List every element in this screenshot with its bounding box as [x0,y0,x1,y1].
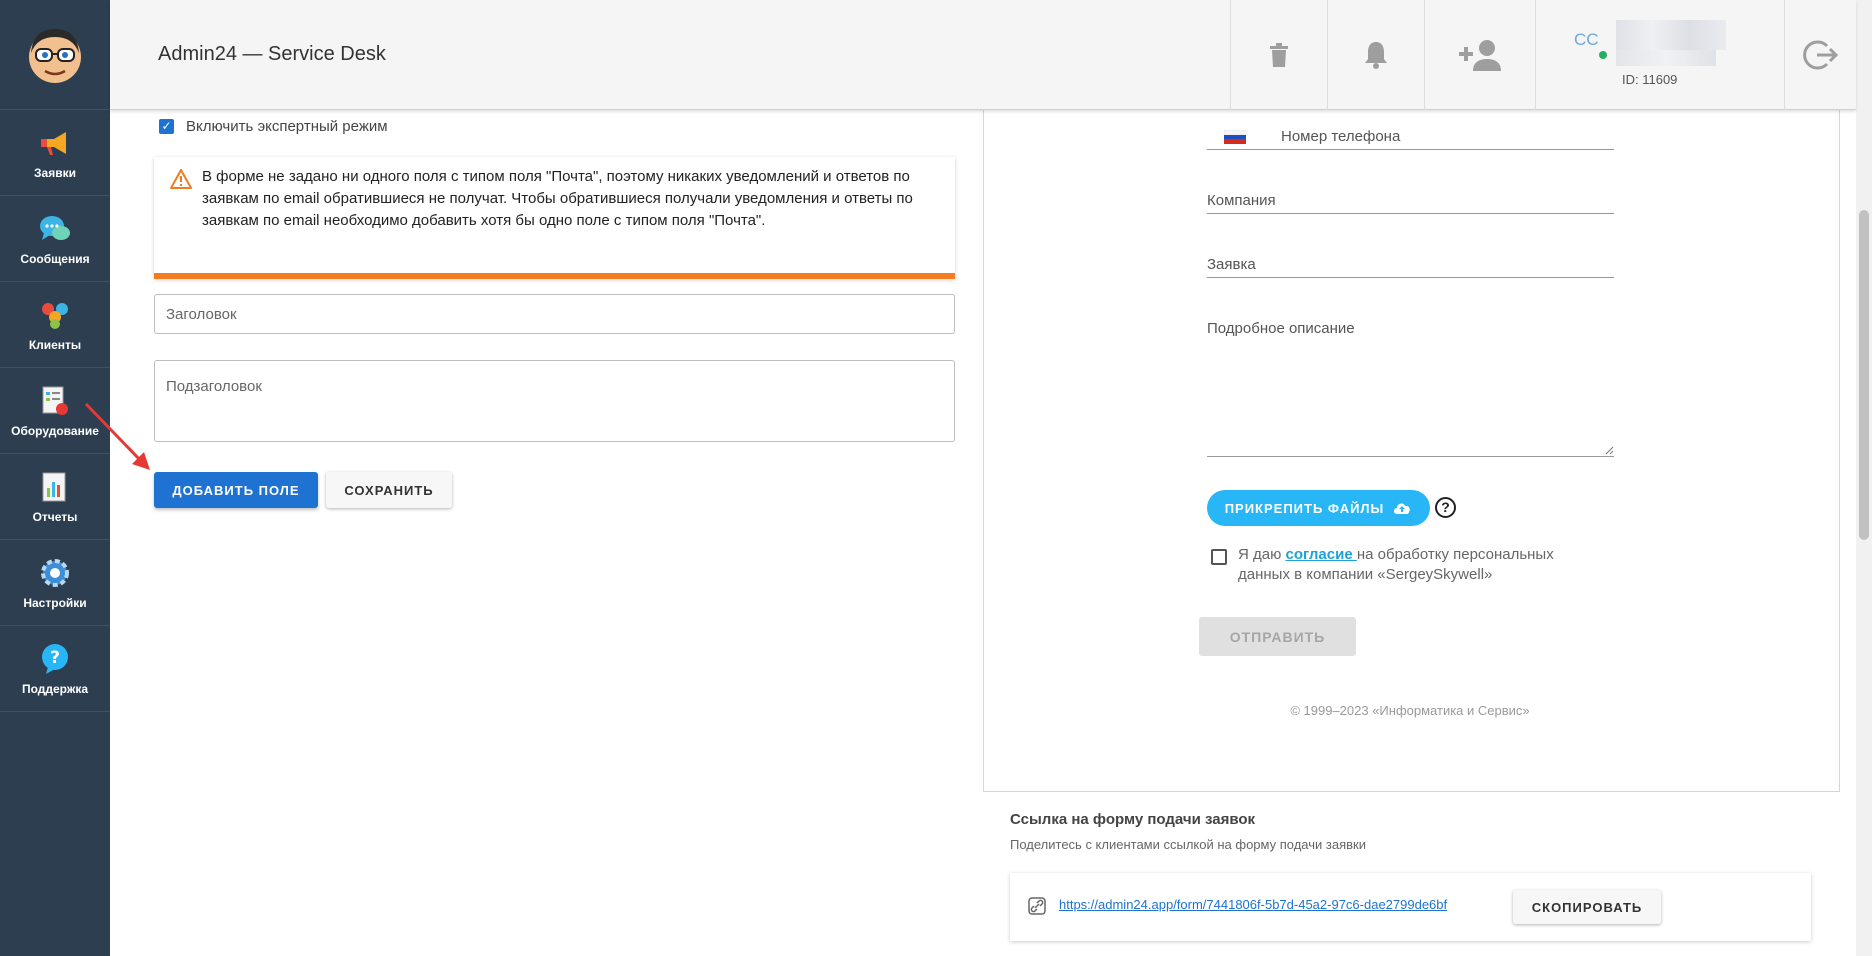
notifications-button[interactable] [1327,0,1424,110]
warning-text: В форме не задано ни одного поля с типом… [202,168,913,229]
consent-link[interactable]: согласие [1286,546,1357,563]
save-button[interactable]: СОХРАНИТЬ [326,472,452,508]
sidebar-item-settings[interactable]: Настройки [0,540,110,626]
company-field[interactable]: Компания [1207,192,1614,214]
form-link-card: https://admin24.app/form/7441806f-5b7d-4… [1010,873,1811,941]
bell-icon [1365,42,1387,69]
form-link-subtitle: Поделитесь с клиентами ссылкой на форму … [1010,837,1366,852]
top-header: Admin24 — Service Desk CC ID: 11609 [110,0,1856,110]
copyright-text: © 1999–2023 «Информатика и Сервис» [1290,703,1530,718]
trash-icon [1270,43,1288,67]
form-title-placeholder: Заголовок [166,306,237,323]
user-name-redacted [1616,20,1726,50]
copy-link-button[interactable]: СКОПИРОВАТЬ [1513,890,1661,924]
description-field-label: Подробное описание [1207,320,1355,337]
sidebar-item-label: Клиенты [28,337,82,352]
trash-button[interactable] [1230,0,1327,110]
logout-button[interactable] [1786,0,1856,110]
avatar-logo-icon [29,28,81,83]
sidebar-item-requests[interactable]: Заявки [0,110,110,196]
sidebar-item-label: Сообщения [20,251,90,266]
cloud-upload-icon [1394,503,1411,514]
form-subtitle-input[interactable]: Подзаголовок [154,360,955,442]
people-icon [42,302,68,329]
logo[interactable] [0,0,110,110]
red-arrow-annotation [84,402,150,470]
sidebar-item-label: Настройки [23,595,87,610]
link-chain-icon [1028,897,1046,915]
consent-text-before: Я даю [1238,546,1286,563]
attach-files-label: ПРИКРЕПИТЬ ФАЙЛЫ [1224,500,1385,516]
help-circle-icon[interactable]: ? [1435,497,1456,518]
warning-triangle-icon [170,169,192,189]
form-link-url[interactable]: https://admin24.app/form/7441806f-5b7d-4… [1059,897,1447,912]
equipment-icon [42,386,68,415]
logout-icon [1803,40,1839,70]
attach-files-button[interactable]: ПРИКРЕПИТЬ ФАЙЛЫ [1207,490,1430,526]
sidebar-item-label: Поддержка [21,681,89,696]
add-field-button[interactable]: ДОБАВИТЬ ПОЛЕ [154,472,318,508]
user-id-label: ID: 11609 [1622,72,1678,87]
form-title-input[interactable]: Заголовок [154,294,955,334]
scrollbar-thumb[interactable] [1859,210,1869,540]
form-link-heading: Ссылка на форму подачи заявок [1010,811,1256,828]
user-email-redacted [1616,50,1716,66]
send-button[interactable]: ОТПРАВИТЬ [1199,617,1356,656]
sidebar-item-messages[interactable]: Сообщения [0,196,110,282]
help-bubble-icon: ? [42,643,68,674]
sidebar-item-label: Заявки [34,165,76,180]
chat-bubbles-icon [40,215,70,240]
expert-mode-row[interactable]: ✓ Включить экспертный режим [159,118,388,135]
email-field-warning: В форме не задано ни одного поля с типом… [154,157,955,279]
sidebar-item-clients[interactable]: Клиенты [0,282,110,368]
online-status-dot [1599,51,1607,59]
app-title: Admin24 — Service Desk [158,43,386,65]
form-subtitle-placeholder: Подзаголовок [166,378,262,395]
phone-field-label: Номер телефона [1281,128,1401,145]
request-field-label: Заявка [1207,256,1256,273]
consent-checkbox[interactable] [1211,549,1227,565]
svg-text:?: ? [50,648,60,668]
report-icon [42,472,66,501]
request-field[interactable]: Заявка [1207,256,1614,278]
page-scrollbar[interactable] [1856,0,1872,956]
sidebar-item-support[interactable]: ? Поддержка [0,626,110,712]
add-user-button[interactable] [1424,0,1535,110]
expert-mode-checkbox[interactable]: ✓ [159,119,174,134]
megaphone-icon [41,131,66,155]
description-underline [1207,456,1614,457]
description-field[interactable]: Подробное описание [1207,320,1614,341]
phone-field[interactable]: Номер телефона [1207,128,1614,150]
expert-mode-label: Включить экспертный режим [186,118,388,135]
add-user-icon [1459,40,1501,71]
sidebar-item-label: Отчеты [32,509,78,524]
textarea-resize-handle[interactable] [1605,446,1614,455]
gear-icon [41,558,69,587]
company-field-label: Компания [1207,192,1276,209]
consent-text: Я даю согласие на обработку персональных… [1238,545,1598,585]
